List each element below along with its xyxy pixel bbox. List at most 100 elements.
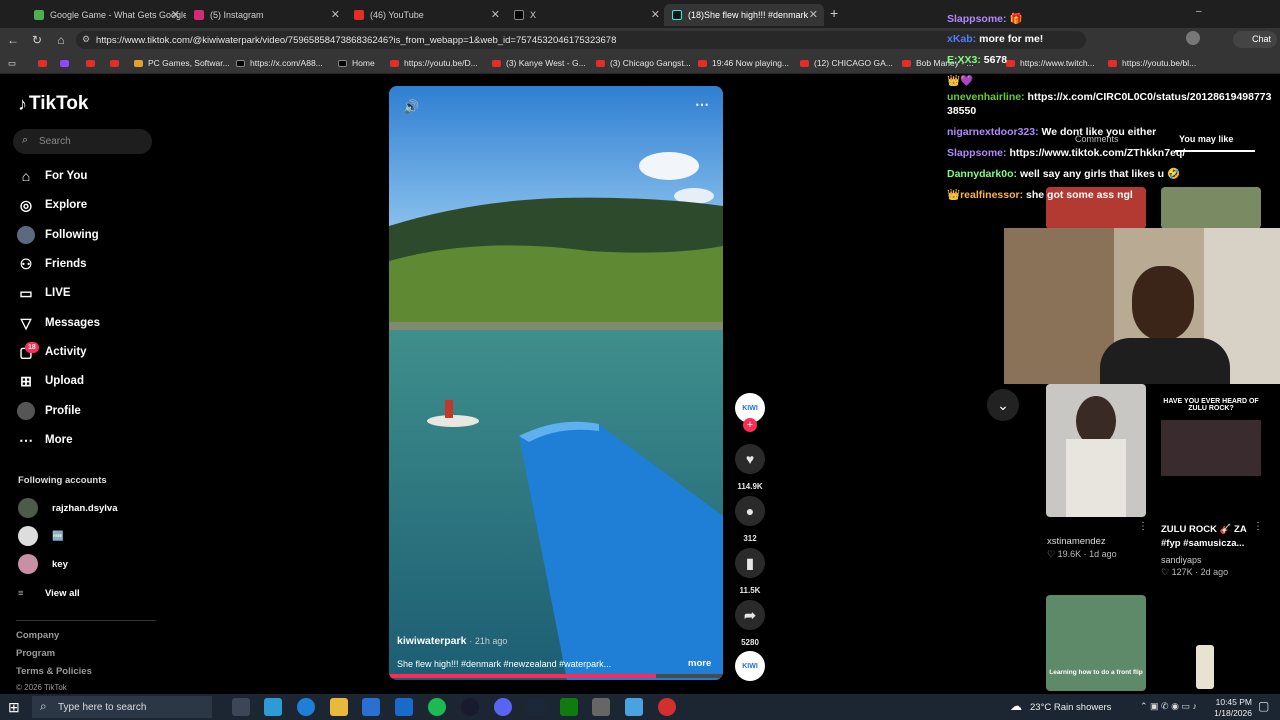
xbox-icon[interactable]: [560, 698, 578, 716]
nav-upload[interactable]: ⊞ Upload: [17, 370, 177, 392]
volume-icon[interactable]: 🔊: [403, 99, 419, 115]
bookmark-youtube-icon[interactable]: [86, 55, 100, 71]
nav-explore[interactable]: ◎ Explore: [17, 194, 177, 216]
chat-message: 👑realfinessor: she got some ass ngl: [947, 189, 1133, 201]
tab-you-may-like[interactable]: You may like: [1179, 134, 1233, 144]
nav-more[interactable]: ⋯ More: [17, 429, 177, 451]
bookmark-youtube-bl[interactable]: https://youtu.be/bl...: [1108, 55, 1196, 71]
notification-icon[interactable]: ▢: [1258, 699, 1269, 713]
chat-message: unevenhairline: https://x.com/CIRC0L0C0/…: [947, 91, 1272, 117]
suggestion-menu-icon[interactable]: ⋮: [1138, 521, 1148, 532]
spotify-icon[interactable]: [428, 698, 446, 716]
app-icon[interactable]: [625, 698, 643, 716]
tab-youtube[interactable]: (46) YouTube ✕: [346, 4, 506, 26]
share-button[interactable]: ➦ 5280: [735, 600, 765, 647]
tab-google-game[interactable]: Google Game - What Gets Google ✕: [26, 4, 186, 26]
follow-plus-icon[interactable]: +: [743, 418, 757, 432]
nav-messages[interactable]: ▽ Messages: [17, 312, 177, 334]
back-icon[interactable]: ←: [4, 30, 22, 50]
bookmark-home[interactable]: Home: [338, 55, 375, 71]
new-tab-icon[interactable]: +: [830, 5, 838, 21]
nav-activity[interactable]: ▢Activity: [17, 341, 177, 363]
tab-tiktok[interactable]: (18)She flew high!!! #denmark ✕: [664, 4, 824, 26]
video-progress-fill[interactable]: [389, 674, 657, 678]
close-tab-icon[interactable]: ✕: [809, 8, 818, 21]
suggestion-thumbnail[interactable]: HAVE YOU EVER HEARD OF ZULU ROCK?: [1161, 384, 1261, 517]
suggestion-title[interactable]: xstinamendez: [1047, 536, 1106, 547]
search-input[interactable]: ⌕ Search: [13, 129, 152, 154]
bookmark-kanye-west[interactable]: (3) Kanye West - G...: [492, 55, 586, 71]
bookmark-chicago-ga[interactable]: (12) CHICAGO GA...: [800, 55, 893, 71]
bookmarks-menu-icon[interactable]: ▭: [8, 55, 16, 71]
copilot-chat-button[interactable]: Chat: [1233, 31, 1277, 48]
windows-start-icon[interactable]: ⊞: [8, 699, 20, 716]
system-tray-icons[interactable]: ⌃ ▣ ✆ ◉ ▭ ♪: [1140, 701, 1197, 712]
site-info-icon[interactable]: ⚙: [82, 34, 90, 45]
bookmark-twitch[interactable]: https://www.twitch...: [1006, 55, 1095, 71]
bookmark-x-a88[interactable]: https://x.com/A88...: [236, 55, 323, 71]
obs-icon[interactable]: [461, 698, 479, 716]
task-view-icon[interactable]: [232, 698, 250, 716]
store-icon[interactable]: [362, 698, 380, 716]
tab-x[interactable]: X ✕: [506, 4, 666, 26]
suggestion-user[interactable]: sandiyaps: [1161, 555, 1202, 565]
account-item[interactable]: 🆓: [18, 526, 64, 546]
close-tab-icon[interactable]: ✕: [171, 8, 180, 21]
footer-company-link[interactable]: Company: [16, 630, 59, 641]
nav-friends[interactable]: ⚇ Friends: [17, 253, 177, 275]
account-item[interactable]: key: [18, 554, 68, 574]
steam-icon[interactable]: [527, 698, 545, 716]
bookmark-twitch-icon[interactable]: [60, 55, 74, 71]
close-tab-icon[interactable]: ✕: [331, 8, 340, 21]
nav-following[interactable]: Following: [17, 224, 177, 246]
home-icon[interactable]: ⌂: [52, 30, 70, 50]
bookmark-youtube-icon[interactable]: [38, 55, 52, 71]
like-button[interactable]: ♥ 114.9K: [735, 444, 765, 491]
caption-more-button[interactable]: more: [688, 658, 711, 669]
close-tab-icon[interactable]: ✕: [491, 8, 500, 21]
save-count: 11.5K: [739, 586, 761, 595]
video-author[interactable]: kiwiwaterpark: [397, 635, 466, 647]
taskbar-search-input[interactable]: ⌕ Type here to search: [32, 696, 212, 718]
bookmark-youtube-d[interactable]: https://youtu.be/D...: [390, 55, 478, 71]
view-all-link[interactable]: ≡ View all: [18, 583, 80, 603]
close-tab-icon[interactable]: ✕: [651, 8, 660, 21]
comment-button[interactable]: ● 312: [735, 496, 765, 543]
bookmark-youtube-icon[interactable]: [110, 55, 124, 71]
outlook-icon[interactable]: [395, 698, 413, 716]
copilot-icon[interactable]: [264, 698, 282, 716]
edge-icon[interactable]: [297, 698, 315, 716]
bookmark-chicago-gangst[interactable]: (3) Chicago Gangst...: [596, 55, 691, 71]
nav-live[interactable]: ▭ LIVE: [17, 282, 177, 304]
address-bar[interactable]: https://www.tiktok.com/@kiwiwaterpark/vi…: [76, 31, 1086, 49]
sound-avatar[interactable]: KIWI: [735, 651, 765, 689]
suggestion-title[interactable]: ZULU ROCK 🎸 ZA #fyp #samusicza...: [1161, 523, 1253, 551]
tab-instagram[interactable]: (5) Instagram ✕: [186, 4, 346, 26]
file-explorer-icon[interactable]: [330, 698, 348, 716]
footer-program-link[interactable]: Program: [16, 648, 55, 659]
suggestion-menu-icon[interactable]: ⋮: [1253, 521, 1263, 532]
discord-icon[interactable]: [494, 698, 512, 716]
bookmark-pc-games[interactable]: PC Games, Softwar...: [134, 55, 230, 71]
suggestion-thumbnail[interactable]: Learning how to do a front flip: [1046, 595, 1146, 691]
minimize-icon[interactable]: –: [1196, 6, 1202, 17]
profile-avatar-icon[interactable]: [1186, 31, 1200, 45]
account-item[interactable]: rajzhan.dsylva: [18, 498, 117, 518]
tiktok-logo[interactable]: ♪ TikTok: [18, 93, 88, 115]
bookmark-now-playing[interactable]: 19:46 Now playing...: [698, 55, 789, 71]
reload-icon[interactable]: ↻: [28, 30, 46, 50]
activity-badge: 18: [25, 342, 39, 353]
more-options-icon[interactable]: ⋯: [695, 96, 709, 113]
suggestion-thumbnail[interactable]: [1046, 384, 1146, 517]
nav-profile[interactable]: Profile: [17, 400, 177, 422]
nav-for-you[interactable]: ⌂ For You: [17, 165, 177, 187]
app-icon[interactable]: [658, 698, 676, 716]
next-video-button[interactable]: ⌄: [987, 389, 1019, 421]
video-player[interactable]: 🔊 ⋯ kiwiwaterpark · 21h ago She flew hig…: [389, 86, 723, 680]
save-button[interactable]: ▮ 11.5K: [735, 548, 765, 595]
taskbar-clock[interactable]: 10:45 PM 1/18/2026: [1200, 697, 1252, 719]
suggestion-thumbnail[interactable]: [1161, 187, 1261, 229]
footer-terms-link[interactable]: Terms & Policies: [16, 666, 92, 677]
weather-text[interactable]: 23°C Rain showers: [1030, 702, 1111, 713]
app-icon[interactable]: [592, 698, 610, 716]
